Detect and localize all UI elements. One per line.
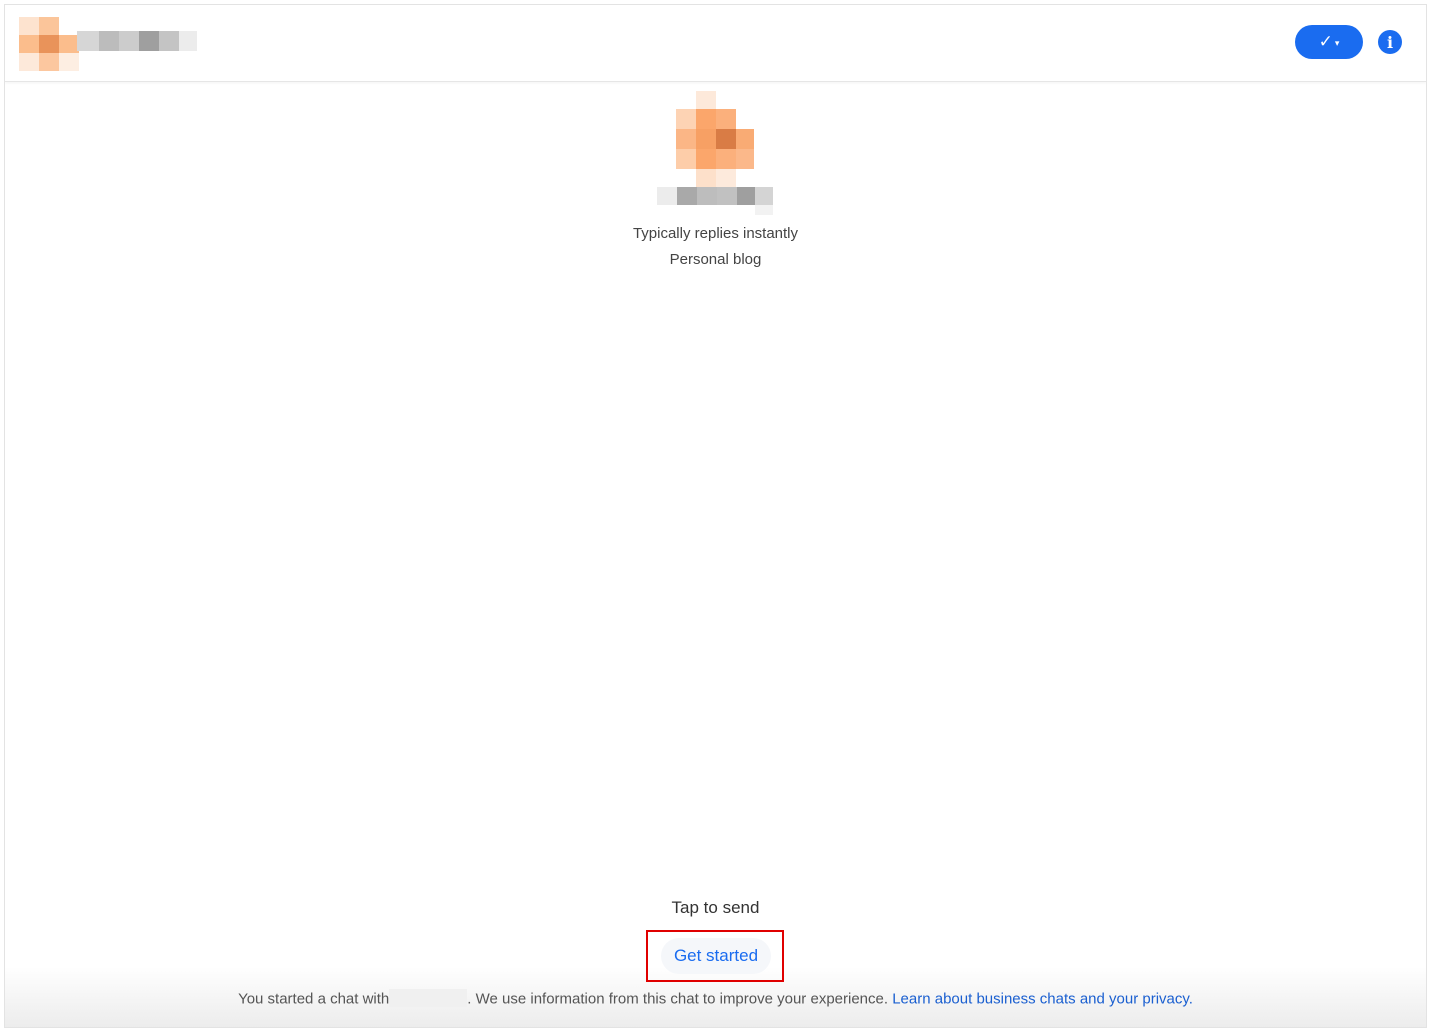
business-title-redaction <box>657 187 777 217</box>
privacy-notice: You started a chat with . We use informat… <box>5 989 1426 1010</box>
privacy-link[interactable]: Learn about business chats and your priv… <box>892 990 1193 1007</box>
info-icon[interactable]: i <box>1378 30 1402 54</box>
business-category: Personal blog <box>669 251 762 268</box>
get-started-button[interactable]: Get started <box>661 938 771 974</box>
checkmark-icon: ✓ <box>1318 32 1333 51</box>
business-logo[interactable] <box>19 17 79 71</box>
business-avatar <box>676 91 756 187</box>
privacy-notice-middle: . We use information from this chat to i… <box>467 990 893 1008</box>
tap-to-send-hint: Tap to send <box>671 898 760 917</box>
mark-as-read-button[interactable]: ✓ ▾ <box>1295 25 1363 59</box>
privacy-notice-prefix: You started a chat with <box>238 990 390 1008</box>
highlight-box: Get started <box>646 930 784 982</box>
chat-window: ✓ ▾ i Typically replies instantly Person… <box>4 4 1427 1028</box>
reply-status: Typically replies instantly <box>632 225 799 242</box>
chevron-down-icon: ▾ <box>1334 38 1340 48</box>
chat-header: ✓ ▾ i <box>5 5 1426 82</box>
business-name-redaction-inline <box>389 989 468 1007</box>
business-name-redaction <box>77 31 197 51</box>
